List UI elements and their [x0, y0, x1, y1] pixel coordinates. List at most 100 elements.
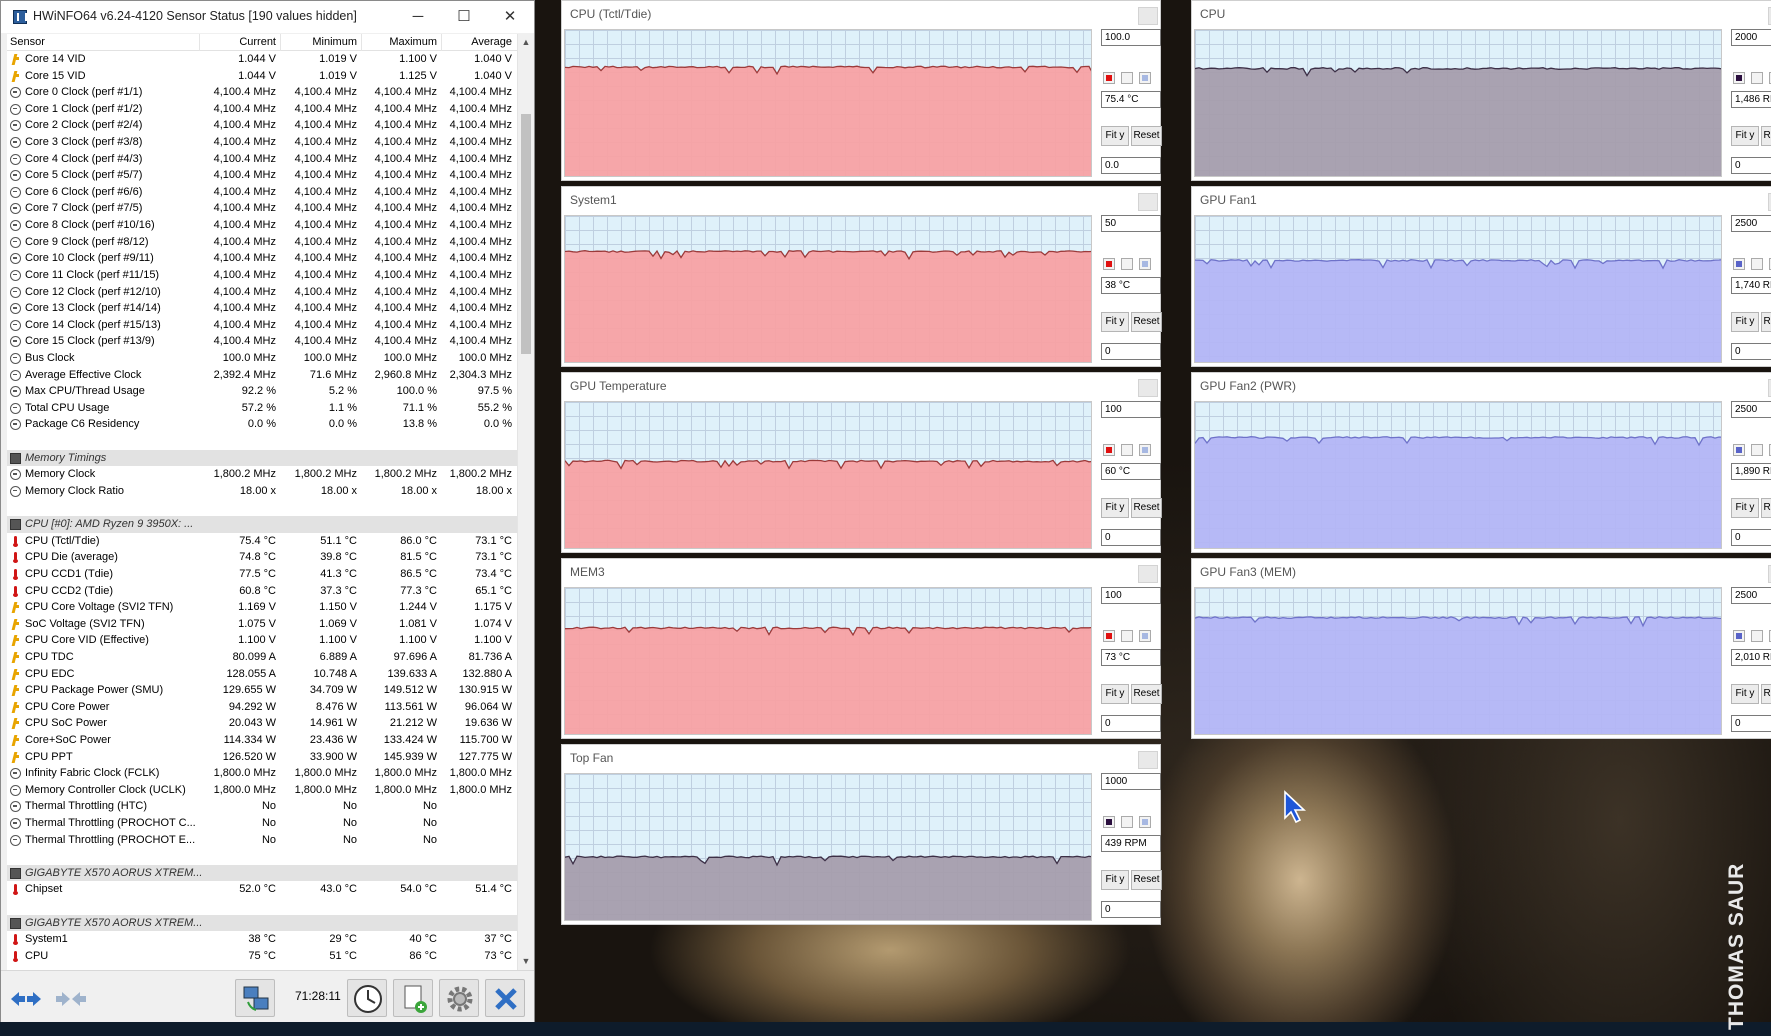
table-row[interactable]: Core 14 VID 1.044 V 1.019 V 1.100 V 1.040 V — [7, 51, 517, 68]
minimize-button[interactable]: ─ — [395, 1, 441, 33]
maximize-button[interactable]: ☐ — [441, 1, 487, 33]
reset-button[interactable]: Reset — [1131, 126, 1162, 146]
avg-toggle-swatch[interactable] — [1751, 444, 1763, 456]
table-row[interactable]: CPU CCD2 (Tdie) 60.8 °C 37.3 °C 77.3 °C 65.1… — [7, 583, 517, 600]
graph-min-field[interactable]: 0 — [1731, 529, 1771, 546]
table-row[interactable]: Thermal Throttling (PROCHOT E... No No No — [7, 832, 517, 849]
collapse-arrows-button[interactable] — [51, 979, 89, 1017]
avg-toggle-swatch[interactable] — [1751, 258, 1763, 270]
fill-color-swatch[interactable] — [1139, 816, 1151, 828]
avg-toggle-swatch[interactable] — [1751, 72, 1763, 84]
reset-button[interactable]: Reset — [1761, 498, 1771, 518]
avg-toggle-swatch[interactable] — [1121, 258, 1133, 270]
graph-max-field[interactable]: 1000 — [1101, 773, 1161, 790]
table-row[interactable]: Core 15 VID 1.044 V 1.019 V 1.125 V 1.040 V — [7, 68, 517, 85]
table-row[interactable]: CPU Package Power (SMU) 129.655 W 34.709 W… — [7, 682, 517, 699]
line-color-swatch[interactable] — [1733, 444, 1745, 456]
exit-button[interactable] — [485, 979, 525, 1017]
header-minimum[interactable]: Minimum — [312, 36, 357, 48]
graph-window[interactable]: CPU (Tctl/Tdie) 100.0 75.4 °C Fit y Reset 0.0 — [561, 0, 1162, 181]
table-row[interactable]: Max CPU/Thread Usage 92.2 % 5.2 % 100.0 % 97… — [7, 383, 517, 400]
header-sensor[interactable]: Sensor — [10, 36, 45, 48]
fit-y-button[interactable]: Fit y — [1101, 312, 1129, 332]
header-average[interactable]: Average — [471, 36, 512, 48]
table-row[interactable]: Memory Clock 1,800.2 MHz 1,800.2 MHz 1,800.… — [7, 466, 517, 483]
group-header-row[interactable]: Memory Timings — [7, 449, 517, 467]
graph-min-field[interactable]: 0 — [1731, 343, 1771, 360]
table-row[interactable]: Chipset 52.0 °C 43.0 °C 54.0 °C 51.4 °C — [7, 881, 517, 898]
scroll-thumb[interactable] — [521, 114, 531, 354]
title-bar[interactable]: HWiNFO64 v6.24-4120 Sensor Status [190 v… — [1, 1, 534, 33]
table-row[interactable]: Core 4 Clock (perf #4/3) 4,100.4 MHz 4,100… — [7, 151, 517, 168]
graph-max-field[interactable]: 2500 — [1731, 215, 1771, 232]
table-row[interactable]: Package C6 Residency 0.0 % 0.0 % 13.8 % 0.0 … — [7, 416, 517, 433]
line-color-swatch[interactable] — [1103, 258, 1115, 270]
graph-max-field[interactable]: 100 — [1101, 401, 1161, 418]
group-header-row[interactable]: GIGABYTE X570 AORUS XTREM... — [7, 914, 517, 932]
graph-max-field[interactable]: 100.0 — [1101, 29, 1161, 46]
graph-window[interactable]: GPU Fan2 (PWR) 2500 1,890 RPM Fit yReset 0 — [1191, 372, 1771, 553]
table-row[interactable]: Core 0 Clock (perf #1/1) 4,100.4 MHz 4,100… — [7, 84, 517, 101]
graph-min-field[interactable]: 0 — [1101, 715, 1161, 732]
fit-y-button[interactable]: Fit y — [1731, 498, 1759, 518]
table-row[interactable]: Total CPU Usage 57.2 % 1.1 % 71.1 % 55.2 % — [7, 400, 517, 417]
graph-close-button[interactable] — [1138, 7, 1158, 25]
table-row[interactable]: Core 9 Clock (perf #8/12) 4,100.4 MHz 4,10… — [7, 234, 517, 251]
table-row[interactable]: Core 1 Clock (perf #1/2) 4,100.4 MHz 4,100… — [7, 101, 517, 118]
graph-window[interactable]: MEM3 100 73 °C Fit y Reset 0 — [561, 558, 1162, 739]
table-row[interactable]: Thermal Throttling (HTC) No No No — [7, 798, 517, 815]
fill-color-swatch[interactable] — [1139, 72, 1151, 84]
fit-y-button[interactable]: Fit y — [1101, 498, 1129, 518]
table-row[interactable]: Core 12 Clock (perf #12/10) 4,100.4 MHz 4,… — [7, 284, 517, 301]
table-row[interactable]: Core 8 Clock (perf #10/16) 4,100.4 MHz 4,1… — [7, 217, 517, 234]
fit-y-button[interactable]: Fit y — [1731, 684, 1759, 704]
vertical-scrollbar[interactable]: ▲ ▼ — [517, 34, 534, 970]
network-button[interactable] — [235, 979, 275, 1017]
table-row[interactable]: CPU Core VID (Effective) 1.100 V 1.100 V 1.… — [7, 632, 517, 649]
graph-min-field[interactable]: 0 — [1101, 529, 1161, 546]
report-button[interactable] — [393, 979, 433, 1017]
reset-button[interactable]: Reset — [1131, 498, 1162, 518]
table-row[interactable]: Average Effective Clock 2,392.4 MHz 71.6 M… — [7, 367, 517, 384]
table-row[interactable]: CPU 75 °C 51 °C 86 °C 73 °C — [7, 948, 517, 965]
line-color-swatch[interactable] — [1733, 630, 1745, 642]
graph-close-button[interactable] — [1138, 193, 1158, 211]
reset-button[interactable]: Reset — [1131, 684, 1162, 704]
table-row[interactable]: CPU Die (average) 74.8 °C 39.8 °C 81.5 °C 73… — [7, 549, 517, 566]
avg-toggle-swatch[interactable] — [1121, 72, 1133, 84]
table-row[interactable]: Core 2 Clock (perf #2/4) 4,100.4 MHz 4,100… — [7, 117, 517, 134]
clock-button[interactable] — [347, 979, 387, 1017]
expand-arrows-button[interactable] — [6, 979, 44, 1017]
fill-color-swatch[interactable] — [1139, 444, 1151, 456]
table-row[interactable]: CPU Core Power 94.292 W 8.476 W 113.561 W 96… — [7, 699, 517, 716]
scroll-up-arrow-icon[interactable]: ▲ — [518, 34, 534, 51]
graph-min-field[interactable]: 0 — [1101, 343, 1161, 360]
group-header-row[interactable]: CPU [#0]: AMD Ryzen 9 3950X: ... — [7, 516, 517, 533]
line-color-swatch[interactable] — [1103, 72, 1115, 84]
graph-min-field[interactable]: 0.0 — [1101, 157, 1161, 174]
table-row[interactable]: Core 11 Clock (perf #11/15) 4,100.4 MHz 4,… — [7, 267, 517, 284]
graph-max-field[interactable]: 100 — [1101, 587, 1161, 604]
fit-y-button[interactable]: Fit y — [1101, 126, 1129, 146]
reset-button[interactable]: Reset — [1761, 684, 1771, 704]
scroll-down-arrow-icon[interactable]: ▼ — [518, 953, 534, 970]
graph-min-field[interactable]: 0 — [1101, 901, 1161, 918]
header-maximum[interactable]: Maximum — [389, 36, 437, 48]
reset-button[interactable]: Reset — [1761, 312, 1771, 332]
fill-color-swatch[interactable] — [1139, 258, 1151, 270]
fit-y-button[interactable]: Fit y — [1101, 870, 1129, 890]
table-row[interactable]: Memory Controller Clock (UCLK) 1,800.0 MH… — [7, 782, 517, 799]
graph-window[interactable]: GPU Fan3 (MEM) 2500 2,010 RPM Fit yReset 0 — [1191, 558, 1771, 739]
graph-window[interactable]: GPU Temperature 100 60 °C Fit y Reset 0 — [561, 372, 1162, 553]
fit-y-button[interactable]: Fit y — [1731, 126, 1759, 146]
table-row[interactable]: CPU SoC Power 20.043 W 14.961 W 21.212 W 19.… — [7, 715, 517, 732]
graph-window[interactable]: System1 50 38 °C Fit y Reset 0 — [561, 186, 1162, 367]
table-row[interactable]: Core+SoC Power 114.334 W 23.436 W 133.424 W… — [7, 732, 517, 749]
line-color-swatch[interactable] — [1103, 444, 1115, 456]
fit-y-button[interactable]: Fit y — [1731, 312, 1759, 332]
graph-window[interactable]: Top Fan 1000 439 RPM Fit y Reset 0 — [561, 744, 1162, 925]
avg-toggle-swatch[interactable] — [1121, 444, 1133, 456]
table-row[interactable]: CPU EDC 128.055 A 10.748 A 139.633 A 132.880… — [7, 666, 517, 683]
table-row[interactable]: CPU CCD1 (Tdie) 77.5 °C 41.3 °C 86.5 °C 73.4… — [7, 566, 517, 583]
graph-min-field[interactable]: 0 — [1731, 715, 1771, 732]
